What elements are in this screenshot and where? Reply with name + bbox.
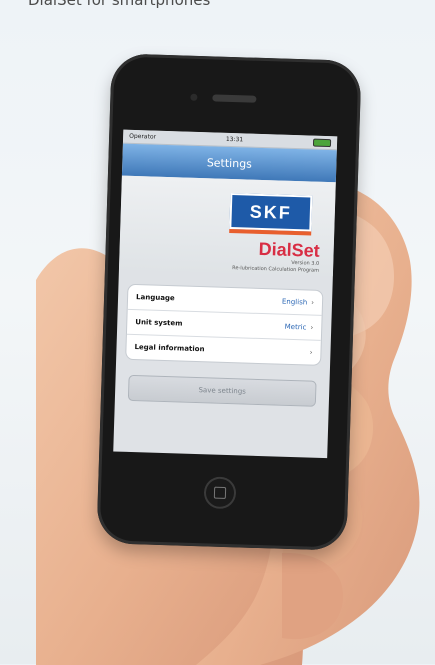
navbar-title: Settings (206, 155, 253, 171)
phone-screen: Operator 13:31 Settings SKF DialSet Vers… (113, 129, 338, 459)
carrier-label: Operator (129, 132, 157, 141)
smartphone: Operator 13:31 Settings SKF DialSet Vers… (96, 53, 362, 551)
battery-icon (312, 138, 332, 147)
front-camera-icon (190, 93, 198, 101)
language-label: Language (135, 293, 175, 303)
legal-information-label: Legal information (134, 343, 205, 354)
chevron-right-icon: › (310, 323, 314, 332)
language-value: English (281, 297, 308, 307)
skf-logo: SKF (229, 192, 313, 232)
settings-row-legal-information[interactable]: Legal information › (126, 335, 321, 365)
save-settings-button[interactable]: Save settings (127, 374, 317, 407)
legal-information-value-group: › (306, 348, 313, 357)
settings-list: Language English › Unit system Metric › … (125, 283, 324, 366)
earpiece-speaker (212, 94, 257, 103)
clock-label: 13:31 (225, 135, 244, 144)
unit-system-label: Unit system (135, 318, 183, 328)
photo-caption: DialSet for smartphones (28, 0, 211, 9)
chevron-right-icon: › (311, 298, 315, 307)
home-button-icon[interactable] (203, 476, 237, 510)
app-name: DialSet (258, 238, 320, 261)
unit-system-value-group: Metric › (285, 323, 314, 332)
brand-area: SKF DialSet Version 3.0 Re-lubrication C… (118, 175, 336, 277)
home-square-icon (213, 486, 227, 499)
unit-system-value: Metric (284, 322, 307, 332)
chevron-right-icon: › (309, 348, 313, 357)
app-version: Version 3.0 (291, 259, 320, 267)
photo-scene: DialSet for smartphones Operator 13:31 S… (0, 0, 435, 665)
language-value-group: English › (282, 298, 314, 307)
